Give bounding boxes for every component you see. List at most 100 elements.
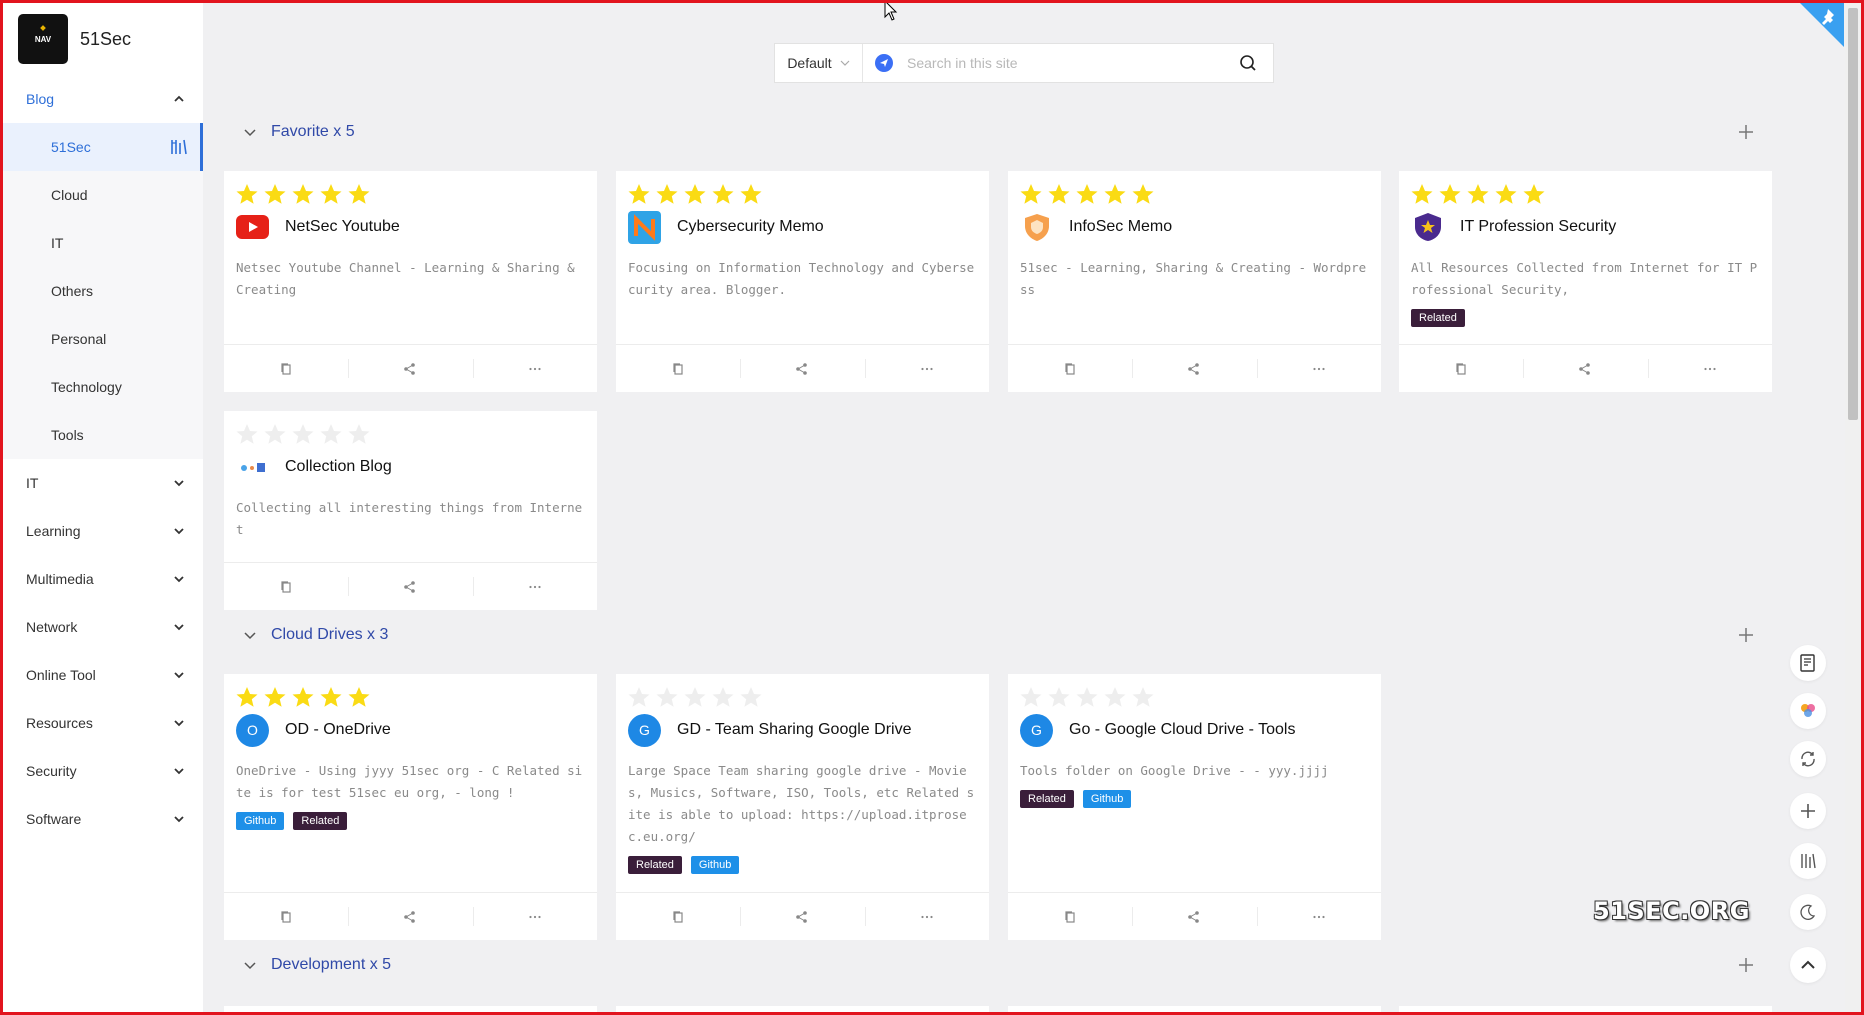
copy-button[interactable]: [616, 893, 740, 940]
theme-palette-button[interactable]: [1790, 693, 1826, 729]
star-icon[interactable]: [292, 183, 314, 205]
notes-button[interactable]: [1790, 645, 1826, 681]
star-icon[interactable]: [1076, 686, 1098, 708]
star-icon[interactable]: [1411, 183, 1433, 205]
star-icon[interactable]: [264, 423, 286, 445]
sidebar-group-resources[interactable]: Resources: [3, 699, 203, 747]
star-icon[interactable]: [656, 183, 678, 205]
star-icon[interactable]: [1020, 183, 1042, 205]
tag-github[interactable]: Github: [236, 812, 285, 830]
more-button[interactable]: [472, 563, 597, 610]
copy-button[interactable]: [224, 893, 348, 940]
more-button[interactable]: [1256, 345, 1381, 392]
star-icon[interactable]: [684, 686, 706, 708]
tag-related[interactable]: Related: [628, 856, 682, 874]
share-button[interactable]: [1132, 893, 1256, 940]
sidebar-group-it[interactable]: IT: [3, 459, 203, 507]
share-button[interactable]: [348, 893, 472, 940]
plus-icon[interactable]: [1737, 956, 1755, 974]
star-icon[interactable]: [740, 183, 762, 205]
search-icon[interactable]: [1237, 52, 1259, 74]
rating-stars[interactable]: [224, 674, 597, 712]
copy-button[interactable]: [224, 563, 348, 610]
sidebar-item-technology[interactable]: Technology: [3, 363, 203, 411]
star-icon[interactable]: [712, 686, 734, 708]
library-button[interactable]: [1790, 843, 1826, 879]
site-card[interactable]: Cybersecurity Memo Focusing on Informati…: [616, 171, 989, 392]
card-title[interactable]: Go - Google Cloud Drive - Tools: [1069, 721, 1295, 739]
star-icon[interactable]: [264, 183, 286, 205]
star-icon[interactable]: [1076, 183, 1098, 205]
star-icon[interactable]: [1048, 183, 1070, 205]
star-icon[interactable]: [264, 686, 286, 708]
copy-button[interactable]: [1399, 345, 1523, 392]
rating-stars[interactable]: [616, 171, 989, 209]
star-icon[interactable]: [656, 686, 678, 708]
tag-related[interactable]: Related: [1020, 790, 1074, 808]
star-icon[interactable]: [320, 183, 342, 205]
star-icon[interactable]: [320, 686, 342, 708]
star-icon[interactable]: [1104, 183, 1126, 205]
copy-button[interactable]: [224, 345, 348, 392]
star-icon[interactable]: [236, 686, 258, 708]
more-button[interactable]: [472, 345, 597, 392]
scrollbar-thumb[interactable]: [1848, 8, 1858, 420]
section-header-cloud-drives[interactable]: Cloud Drives x 3: [243, 620, 388, 650]
star-icon[interactable]: [1523, 183, 1545, 205]
card-title[interactable]: OD - OneDrive: [285, 721, 391, 739]
star-icon[interactable]: [712, 183, 734, 205]
site-card[interactable]: G Go - Google Cloud Drive - Tools Tools …: [1008, 674, 1381, 940]
sidebar-group-software[interactable]: Software: [3, 795, 203, 843]
star-icon[interactable]: [1439, 183, 1461, 205]
more-button[interactable]: [864, 345, 989, 392]
site-card-partial[interactable]: [1008, 1006, 1381, 1015]
card-title[interactable]: InfoSec Memo: [1069, 218, 1172, 236]
plus-icon[interactable]: [1737, 123, 1755, 141]
star-icon[interactable]: [348, 423, 370, 445]
more-button[interactable]: [864, 893, 989, 940]
share-button[interactable]: [740, 893, 864, 940]
share-button[interactable]: [348, 345, 472, 392]
card-title[interactable]: Collection Blog: [285, 458, 392, 476]
star-icon[interactable]: [1020, 686, 1042, 708]
sidebar-group-multimedia[interactable]: Multimedia: [3, 555, 203, 603]
sidebar-group-security[interactable]: Security: [3, 747, 203, 795]
brand[interactable]: NAV 51Sec: [3, 3, 203, 75]
tag-related[interactable]: Related: [1411, 309, 1465, 327]
sidebar-item-others[interactable]: Others: [3, 267, 203, 315]
tag-related[interactable]: Related: [293, 812, 348, 830]
rating-stars[interactable]: [1399, 171, 1772, 209]
card-title[interactable]: GD - Team Sharing Google Drive: [677, 721, 911, 739]
more-button[interactable]: [1647, 345, 1772, 392]
site-card[interactable]: O OD - OneDrive OneDrive - Using jyyy 51…: [224, 674, 597, 940]
add-button[interactable]: [1790, 793, 1826, 829]
sidebar-group-network[interactable]: Network: [3, 603, 203, 651]
star-icon[interactable]: [1132, 183, 1154, 205]
card-title[interactable]: NetSec Youtube: [285, 218, 400, 236]
star-icon[interactable]: [236, 183, 258, 205]
search-engine-icon[interactable]: [875, 54, 893, 72]
sidebar-group-blog[interactable]: Blog: [3, 75, 203, 123]
rating-stars[interactable]: [1008, 674, 1381, 712]
rating-stars[interactable]: [224, 411, 597, 449]
share-button[interactable]: [1132, 345, 1256, 392]
site-card[interactable]: NetSec Youtube Netsec Youtube Channel - …: [224, 171, 597, 392]
rating-stars[interactable]: [1008, 171, 1381, 209]
star-icon[interactable]: [628, 183, 650, 205]
site-card-partial[interactable]: [616, 1006, 989, 1015]
back-to-top-button[interactable]: [1790, 947, 1826, 983]
star-icon[interactable]: [684, 183, 706, 205]
dark-mode-button[interactable]: [1790, 894, 1826, 930]
sidebar-item-cloud[interactable]: Cloud: [3, 171, 203, 219]
card-title[interactable]: Cybersecurity Memo: [677, 218, 824, 236]
search-scope-select[interactable]: Default: [775, 44, 863, 82]
star-icon[interactable]: [320, 423, 342, 445]
star-icon[interactable]: [1132, 686, 1154, 708]
site-card[interactable]: G GD - Team Sharing Google Drive Large S…: [616, 674, 989, 940]
star-icon[interactable]: [348, 686, 370, 708]
star-icon[interactable]: [236, 423, 258, 445]
star-icon[interactable]: [292, 686, 314, 708]
star-icon[interactable]: [348, 183, 370, 205]
star-icon[interactable]: [1467, 183, 1489, 205]
more-button[interactable]: [1256, 893, 1381, 940]
